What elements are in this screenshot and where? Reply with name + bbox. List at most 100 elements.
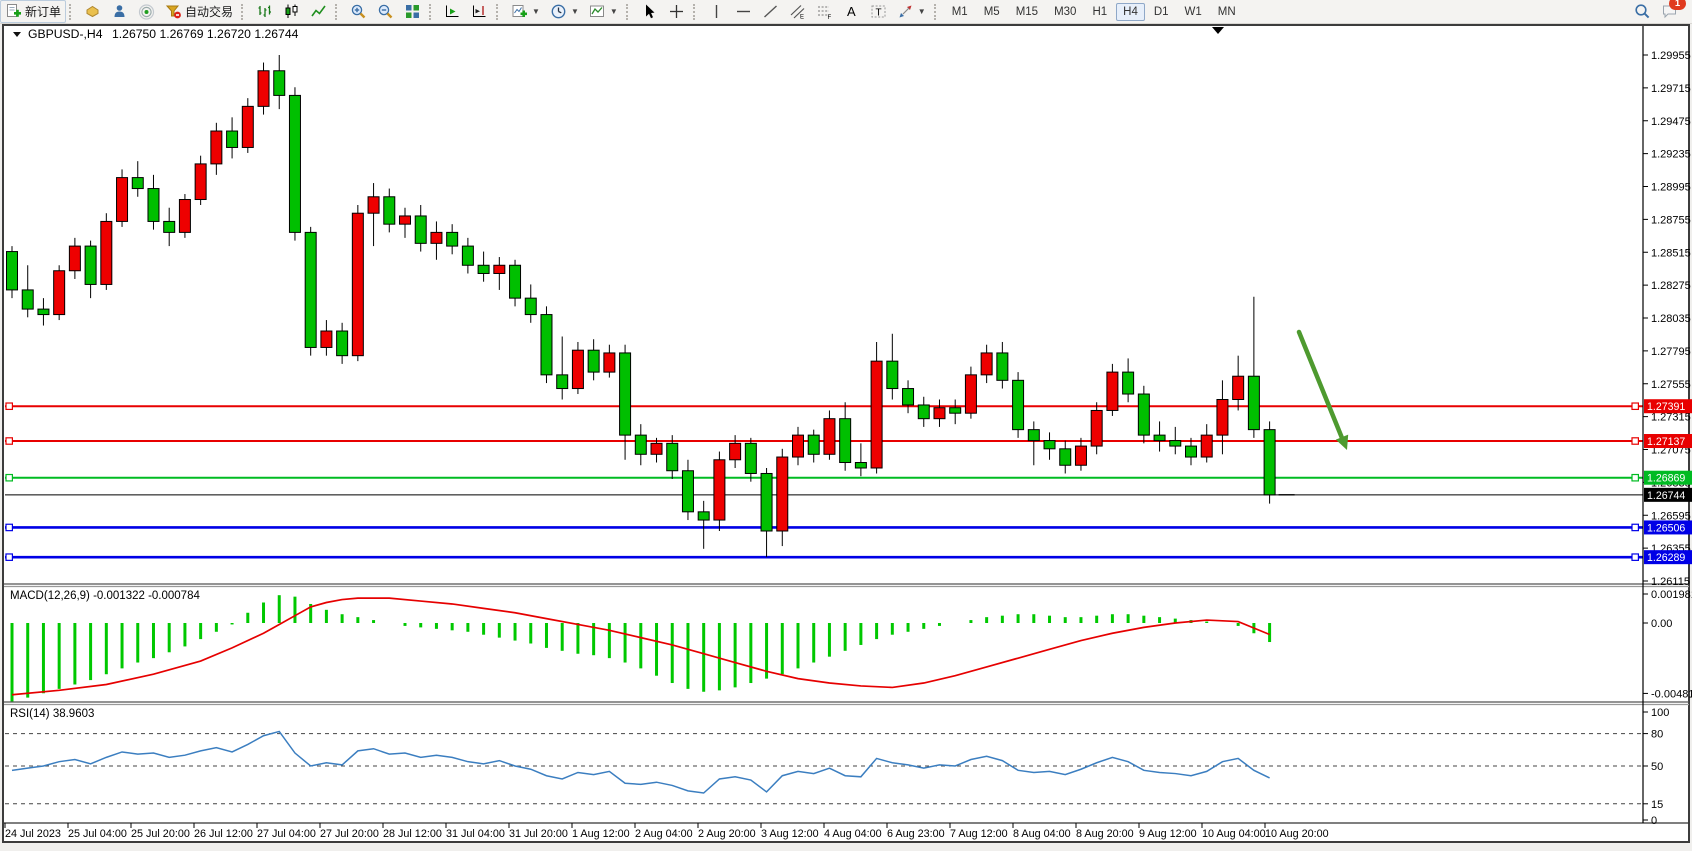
hline-handle[interactable] xyxy=(6,554,12,560)
candle-body xyxy=(337,331,348,356)
candle-body xyxy=(258,71,269,107)
candle-body xyxy=(289,95,300,232)
timeframe-button-mn[interactable]: MN xyxy=(1211,3,1243,21)
hline-handle[interactable] xyxy=(1632,554,1638,560)
candle-body xyxy=(730,443,741,459)
horizontal-line-icon xyxy=(735,3,752,20)
autoscroll-button[interactable] xyxy=(439,0,466,23)
time-tick-label: 31 Jul 20:00 xyxy=(509,828,568,840)
price-tick-label: 1.26115 xyxy=(1651,576,1690,588)
price-tick-label: 1.28275 xyxy=(1651,280,1691,292)
new-order-label: 新订单 xyxy=(25,3,61,20)
candle-body xyxy=(1123,372,1134,394)
candle-body xyxy=(321,331,332,347)
hline-handle[interactable] xyxy=(1632,524,1638,530)
text-label-icon: T xyxy=(870,3,887,20)
bar-chart-mode-button[interactable] xyxy=(251,0,278,23)
candle-body xyxy=(211,131,222,164)
autotrade-button[interactable]: 自动交易 xyxy=(160,0,238,23)
chevron-down-icon: ▼ xyxy=(610,7,618,16)
hline-handle[interactable] xyxy=(6,403,12,409)
timeframe-button-m30[interactable]: M30 xyxy=(1047,3,1083,21)
indicators-button[interactable]: ▼ xyxy=(506,0,545,23)
cursor-tool-button[interactable] xyxy=(636,0,663,23)
candle-body xyxy=(179,200,190,233)
depth-of-market-button[interactable] xyxy=(79,0,106,23)
chevron-down-icon: ▼ xyxy=(918,7,926,16)
svg-text:A: A xyxy=(847,4,856,19)
svg-text:E: E xyxy=(800,15,804,21)
time-tick-label: 26 Jul 12:00 xyxy=(194,828,253,840)
timeframe-button-d1[interactable]: D1 xyxy=(1147,3,1176,21)
autotrade-label: 自动交易 xyxy=(185,3,233,20)
timeframe-button-h4[interactable]: H4 xyxy=(1116,3,1145,21)
hline-handle[interactable] xyxy=(1632,475,1638,481)
notifications-button[interactable]: 1 xyxy=(1661,2,1678,22)
candle-body xyxy=(1201,435,1212,457)
timeframe-button-w1[interactable]: W1 xyxy=(1178,3,1209,21)
time-tick-label: 6 Aug 23:00 xyxy=(887,828,945,840)
candle-body xyxy=(808,435,819,454)
candlestick-mode-button[interactable] xyxy=(278,0,305,23)
crosshair-tool-button[interactable] xyxy=(663,0,690,23)
time-tick-label: 10 Aug 04:00 xyxy=(1202,828,1266,840)
candle-body xyxy=(478,265,489,273)
search-icon[interactable] xyxy=(1634,3,1651,20)
hline-handle[interactable] xyxy=(6,475,12,481)
candle-body xyxy=(69,246,80,271)
rsi-label: RSI(14) 38.9603 xyxy=(10,708,94,720)
candle-body xyxy=(1044,441,1055,449)
candle-body xyxy=(510,265,521,298)
channel-tool-button[interactable]: E xyxy=(784,0,811,23)
candle-body xyxy=(101,221,112,284)
signals-button[interactable] xyxy=(133,0,160,23)
rsi-tick-label: 100 xyxy=(1651,707,1669,719)
fibonacci-tool-button[interactable]: F xyxy=(811,0,838,23)
timeframe-button-h1[interactable]: H1 xyxy=(1085,3,1114,21)
candle-body xyxy=(1248,376,1259,429)
profile-button[interactable] xyxy=(106,0,133,23)
tile-windows-button[interactable] xyxy=(399,0,426,23)
candle-body xyxy=(368,197,379,213)
candle-body xyxy=(965,375,976,413)
zoom-in-button[interactable] xyxy=(345,0,372,23)
timeframe-button-m5[interactable]: M5 xyxy=(977,3,1007,21)
new-order-button[interactable]: 新订单 xyxy=(0,0,66,23)
tile-windows-icon xyxy=(404,3,421,20)
price-chart[interactable]: GBPUSD-,H4 1.26750 1.26769 1.26720 1.267… xyxy=(0,0,1692,851)
hline-handle[interactable] xyxy=(6,524,12,530)
candle-body xyxy=(22,290,33,309)
candle-body xyxy=(164,221,175,232)
trendline-tool-button[interactable] xyxy=(757,0,784,23)
hline-handle[interactable] xyxy=(1632,403,1638,409)
arrows-tool-button[interactable]: ▼ xyxy=(892,0,931,23)
clock-icon xyxy=(550,3,567,20)
price-tick-label: 1.27555 xyxy=(1651,379,1691,391)
candle-body xyxy=(1186,446,1197,457)
chart-shift-button[interactable] xyxy=(466,0,493,23)
text-label-tool-button[interactable]: T xyxy=(865,0,892,23)
templates-button[interactable]: ▼ xyxy=(584,0,623,23)
price-tick-label: 1.29715 xyxy=(1651,83,1691,95)
vertical-line-tool-button[interactable] xyxy=(703,0,730,23)
zoom-out-button[interactable] xyxy=(372,0,399,23)
price-badge-label: 1.26744 xyxy=(1647,490,1685,502)
horizontal-line-tool-button[interactable] xyxy=(730,0,757,23)
chart-ohlc-values: 1.26750 1.26769 1.26720 1.26744 xyxy=(112,27,299,41)
text-tool-button[interactable]: A xyxy=(838,0,865,23)
hline-handle[interactable] xyxy=(6,438,12,444)
macd-tick-label: 0.001981 xyxy=(1651,589,1692,601)
timeframe-button-m1[interactable]: M1 xyxy=(945,3,975,21)
hline-handle[interactable] xyxy=(1632,438,1638,444)
timeframe-button-m15[interactable]: M15 xyxy=(1009,3,1045,21)
candle-body xyxy=(148,189,159,222)
candle-body xyxy=(761,473,772,531)
candle-body xyxy=(384,197,395,224)
candle-body xyxy=(54,271,65,315)
price-badge-label: 1.26869 xyxy=(1647,473,1685,485)
periods-button[interactable]: ▼ xyxy=(545,0,584,23)
time-tick-label: 8 Aug 20:00 xyxy=(1076,828,1134,840)
crosshair-icon xyxy=(668,3,685,20)
candle-body xyxy=(38,309,49,314)
line-chart-mode-button[interactable] xyxy=(305,0,332,23)
